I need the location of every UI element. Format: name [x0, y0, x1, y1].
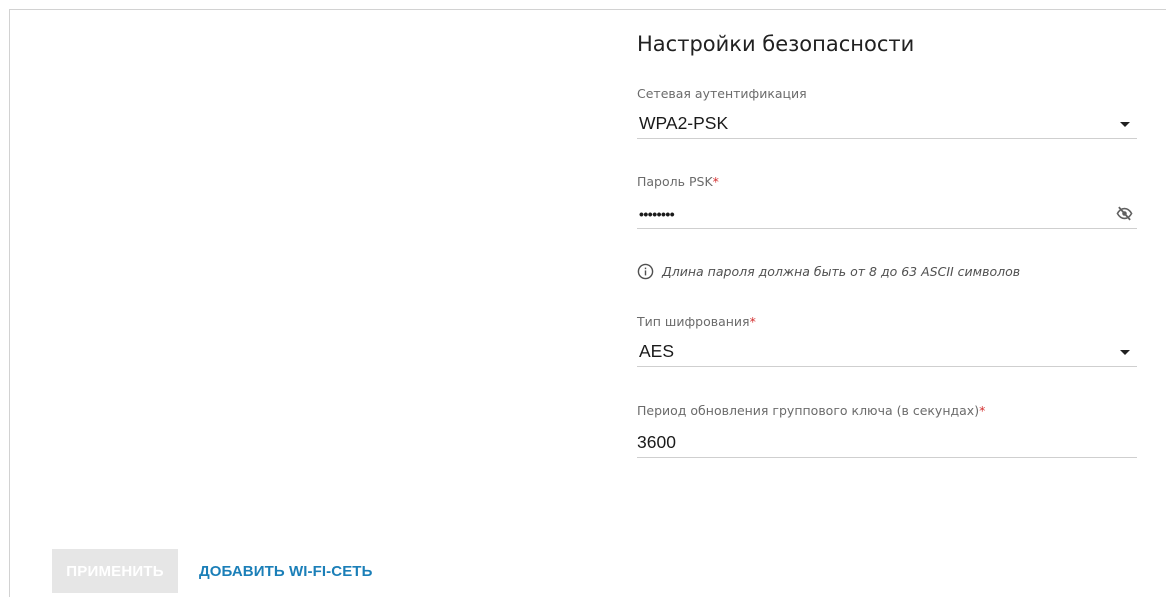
encryption-select-value: AES — [639, 341, 675, 361]
password-hint: Длина пароля должна быть от 8 до 63 ASCI… — [637, 263, 1020, 280]
hint-text: Длина пароля должна быть от 8 до 63 ASCI… — [662, 264, 1021, 279]
auth-select-value: WPA2-PSK — [639, 113, 729, 133]
rekey-label-text: Период обновления группового ключа (в се… — [637, 403, 980, 418]
required-mark: * — [749, 314, 756, 329]
apply-button[interactable]: ПРИМЕНИТЬ — [52, 549, 178, 593]
auth-label-text: Сетевая аутентификация — [637, 86, 807, 101]
section-title: Настройки безопасности — [637, 32, 915, 56]
password-field: Пароль PSK* •••••••• — [637, 174, 1137, 229]
security-settings-section: Настройки безопасности Сетевая аутентифи… — [637, 26, 1137, 458]
chevron-down-icon — [1120, 350, 1130, 355]
encryption-label-text: Тип шифрования — [637, 314, 750, 329]
rekey-input[interactable]: 3600 — [637, 428, 1137, 458]
rekey-field: Период обновления группового ключа (в се… — [637, 403, 1137, 458]
info-icon — [637, 263, 654, 280]
chevron-down-icon — [1120, 122, 1130, 127]
auth-select[interactable]: WPA2-PSK — [637, 109, 1137, 139]
eye-off-icon[interactable] — [1115, 204, 1133, 222]
required-mark: * — [979, 403, 986, 418]
encryption-field: Тип шифрования* AES — [637, 314, 1137, 367]
auth-field: Сетевая аутентификация WPA2-PSK — [637, 86, 1137, 139]
auth-label: Сетевая аутентификация — [637, 86, 1137, 102]
encryption-select[interactable]: AES — [637, 337, 1137, 367]
rekey-label: Период обновления группового ключа (в се… — [637, 403, 1137, 419]
encryption-label: Тип шифрования* — [637, 314, 1137, 330]
password-value: •••••••• — [639, 205, 675, 222]
action-bar: ПРИМЕНИТЬ ДОБАВИТЬ WI-FI-СЕТЬ — [52, 549, 372, 593]
add-wifi-button[interactable]: ДОБАВИТЬ WI-FI-СЕТЬ — [199, 563, 372, 580]
password-label-text: Пароль PSK — [637, 174, 713, 189]
required-mark: * — [712, 174, 719, 189]
password-input[interactable]: •••••••• — [637, 199, 1137, 229]
password-label: Пароль PSK* — [637, 174, 1137, 190]
rekey-value: 3600 — [637, 432, 676, 452]
